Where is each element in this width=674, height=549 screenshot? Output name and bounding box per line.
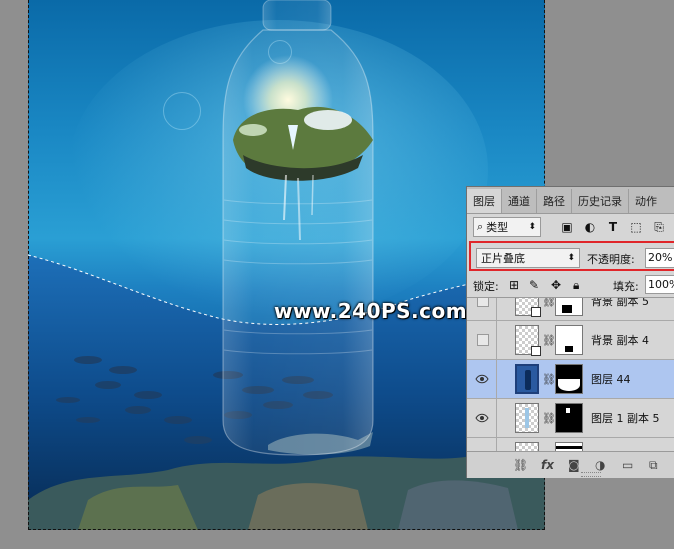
adjustment-layer-icon[interactable]: ◑ — [595, 458, 605, 472]
type-filter-icon[interactable]: T — [606, 220, 620, 234]
layer-thumbnail — [515, 298, 541, 317]
link-icon: ⛓ — [542, 297, 556, 308]
layer-name: 背景 副本 5 — [591, 297, 649, 308]
lock-row: 锁定: ⊞ ✎ ✥ 🔒︎ 填充: 100% — [467, 275, 674, 295]
visibility-toggle[interactable] — [477, 334, 489, 346]
blend-mode-value: 正片叠底 — [481, 252, 525, 265]
layer-thumbnail — [515, 364, 539, 394]
adjustment-filter-icon[interactable]: ◐ — [583, 220, 597, 234]
layer-row[interactable]: ⛓ 背景 副本 4 — [467, 321, 674, 360]
visibility-toggle[interactable] — [477, 298, 489, 307]
layer-thumbnail — [515, 403, 539, 433]
search-icon: ⌕ — [477, 220, 484, 233]
shape-filter-icon[interactable]: ⬚ — [629, 220, 643, 234]
tab-layers[interactable]: 图层 — [467, 189, 502, 213]
layer-mask-thumbnail[interactable] — [555, 325, 583, 355]
blend-row: 正片叠底 ⬍ 不透明度: 20% — [467, 243, 674, 271]
smart-object-icon — [531, 307, 541, 317]
link-icon: ⛓ — [542, 411, 556, 425]
panel-tabs: 图层 通道 路径 历史记录 动作 — [467, 187, 674, 214]
divider — [496, 399, 497, 437]
link-icon: ⛓ — [542, 372, 556, 386]
lock-all-icon[interactable]: 🔒︎ — [573, 278, 579, 293]
eye-icon[interactable] — [475, 372, 489, 386]
layer-row[interactable]: ⛓ 图层 44 — [467, 360, 674, 399]
layer-mask-thumbnail[interactable] — [555, 403, 583, 433]
tab-history[interactable]: 历史记录 — [572, 189, 629, 213]
divider — [496, 298, 497, 320]
layer-thumbnail — [515, 325, 541, 356]
blend-mode-select[interactable]: 正片叠底 ⬍ — [476, 248, 580, 268]
add-mask-icon[interactable]: ◙ — [568, 458, 580, 472]
stepper-icon: ⬍ — [528, 222, 536, 232]
layer-list: ⛓ 背景 副本 5 ⛓ 背景 副本 4 ⛓ 图层 44 ⛓ 图层 1 副本 5 — [467, 297, 674, 453]
filter-kind-select[interactable]: ⌕ 类型 ⬍ — [473, 217, 541, 237]
lock-pixels-icon[interactable]: ✎ — [529, 278, 539, 292]
new-layer-icon[interactable]: ⧉ — [649, 458, 658, 473]
tab-channels[interactable]: 通道 — [502, 189, 537, 213]
fill-label: 填充: — [613, 280, 639, 293]
layer-name: 图层 1 副本 5 — [591, 412, 660, 425]
smart-object-filter-icon[interactable]: ⎘ — [652, 220, 666, 234]
opacity-input[interactable]: 20% — [645, 248, 674, 268]
lock-transparency-icon[interactable]: ⊞ — [509, 278, 519, 292]
layers-panel: 图层 通道 路径 历史记录 动作 ⌕ 类型 ⬍ ▣ ◐ T ⬚ ⎘ 正片叠底 ⬍… — [466, 186, 674, 478]
smart-object-icon — [531, 346, 541, 356]
eye-icon[interactable] — [475, 411, 489, 425]
divider — [496, 360, 497, 398]
tab-paths[interactable]: 路径 — [537, 189, 572, 213]
watermark: www.240PS.com — [274, 299, 468, 323]
lock-position-icon[interactable]: ✥ — [551, 278, 561, 292]
layer-name: 图层 44 — [591, 373, 631, 386]
link-layers-icon[interactable]: ⛓ — [513, 458, 528, 472]
opacity-label: 不透明度: — [587, 253, 635, 266]
fx-icon[interactable]: fx — [541, 458, 554, 472]
fill-input[interactable]: 100% — [645, 275, 674, 294]
divider — [496, 321, 497, 359]
layer-name: 背景 副本 4 — [591, 334, 649, 347]
new-group-icon[interactable]: ▭ — [622, 458, 633, 472]
stepper-icon: ⬍ — [567, 253, 575, 263]
resize-grip[interactable] — [581, 472, 601, 477]
layer-filter-row: ⌕ 类型 ⬍ ▣ ◐ T ⬚ ⎘ — [467, 217, 674, 239]
tab-actions[interactable]: 动作 — [629, 189, 663, 213]
layer-row[interactable]: ⛓ 背景 副本 5 — [467, 297, 674, 321]
layer-mask-thumbnail[interactable] — [555, 364, 583, 394]
layer-row[interactable]: ⛓ 图层 1 副本 5 — [467, 399, 674, 438]
filter-kind-label: 类型 — [486, 221, 509, 234]
image-filter-icon[interactable]: ▣ — [560, 220, 574, 234]
layers-bottom-bar: ⛓ fx ◙ ◑ ▭ ⧉ — [467, 451, 674, 478]
link-icon: ⛓ — [542, 333, 556, 347]
layer-mask-thumbnail[interactable] — [555, 298, 583, 316]
lock-label: 锁定: — [473, 280, 499, 293]
